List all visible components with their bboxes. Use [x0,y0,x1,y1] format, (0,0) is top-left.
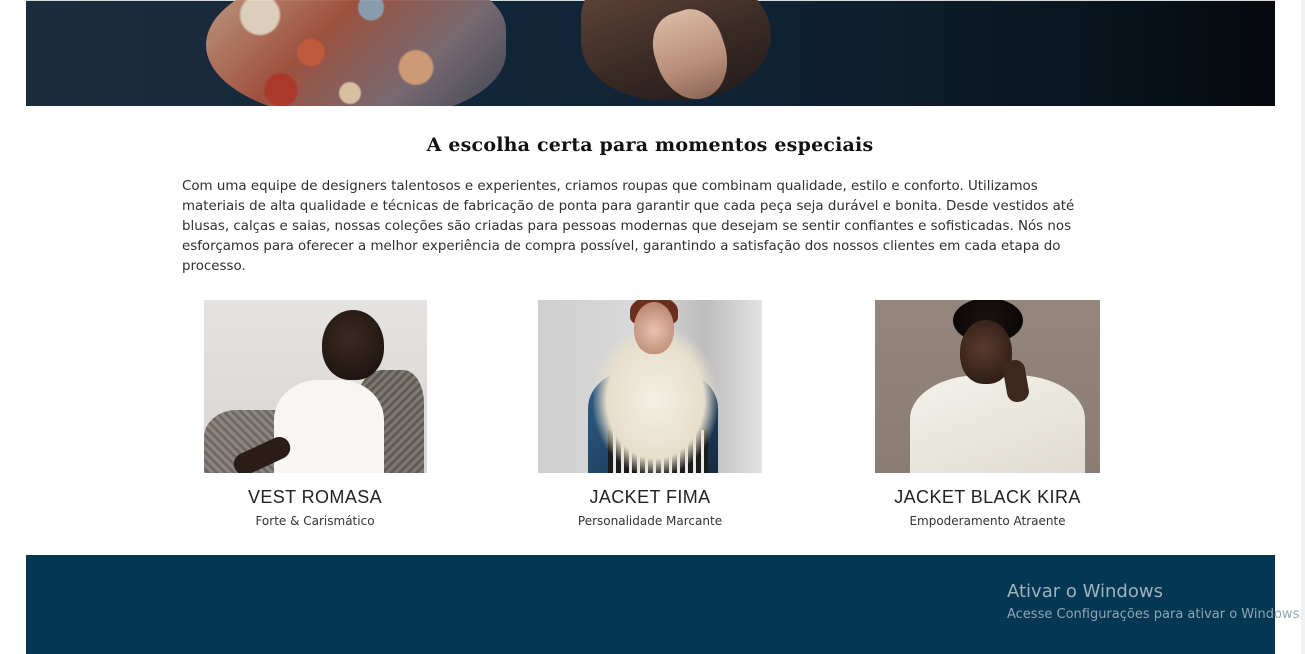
product-card-jacket-fima[interactable]: JACKET FIMA Personalidade Marcante [538,300,762,528]
photo-shirt-shape [910,375,1085,473]
windows-activation-watermark: Ativar o Windows Acesse Configurações pa… [1007,581,1305,622]
product-name[interactable]: VEST ROMASA [203,487,427,508]
product-card-jacket-black-kira[interactable]: JACKET BLACK KIRA Empoderamento Atraente [862,300,1113,528]
product-photo[interactable] [203,300,427,473]
page-right-edge [1301,0,1305,654]
product-tagline: Forte & Carismático [255,514,375,528]
product-tagline: Empoderamento Atraente [909,514,1066,528]
photo-head-shape [634,302,674,354]
product-name[interactable]: JACKET FIMA [538,487,762,508]
hero-scarf-graphic [206,0,506,106]
page: A escolha certa para momentos especiais … [0,0,1305,654]
product-card-vest-romasa[interactable]: VEST ROMASA Forte & Carismático [203,300,427,528]
watermark-subtitle: Acesse Configurações para ativar o Windo… [1007,607,1304,622]
photo-head-shape [321,310,384,380]
hero-banner-image [26,0,1275,106]
product-photo[interactable] [538,300,762,473]
product-tagline: Personalidade Marcante [577,514,723,528]
photo-shirt-shape [273,380,384,473]
product-name[interactable]: JACKET BLACK KIRA [862,487,1113,508]
section-title: A escolha certa para momentos especiais [426,134,874,156]
watermark-title: Ativar o Windows [1007,581,1163,602]
section-description: Com uma equipe de designers talentosos e… [182,179,1075,274]
product-photo[interactable] [875,300,1100,473]
